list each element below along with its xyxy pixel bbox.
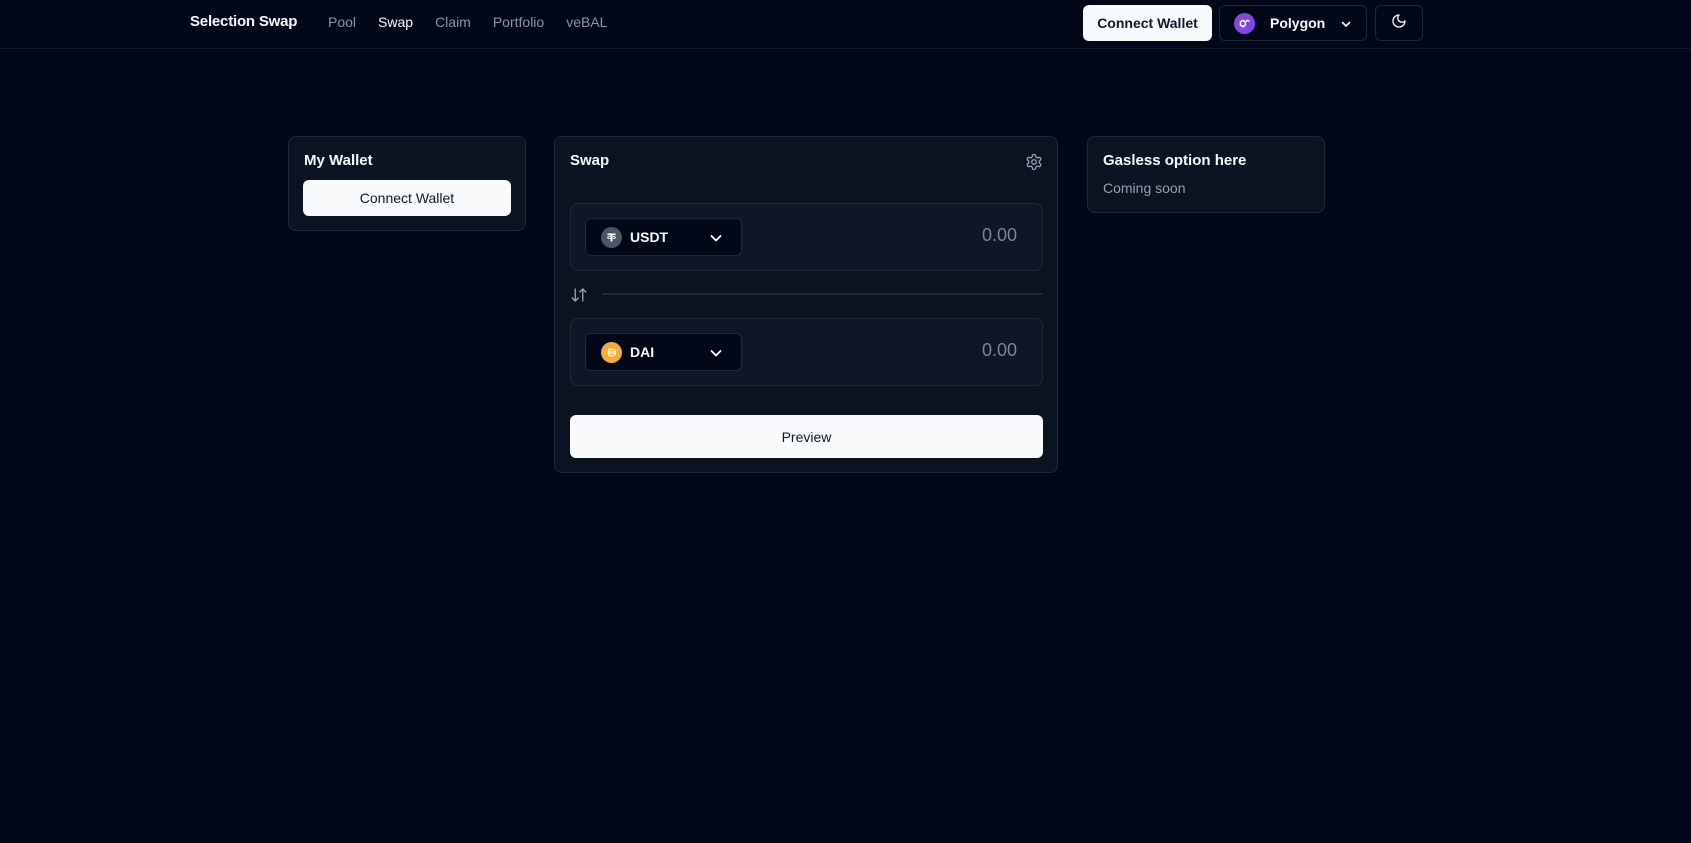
nav-link-swap[interactable]: Swap (378, 14, 413, 30)
from-token-symbol: USDT (630, 229, 669, 245)
to-token-symbol: DAI (630, 344, 655, 360)
main-nav: Pool Swap Claim Portfolio veBAL (328, 14, 629, 30)
preview-button[interactable]: Preview (570, 415, 1043, 458)
nav-link-portfolio[interactable]: Portfolio (493, 14, 544, 30)
from-token-selector[interactable]: USDT (585, 218, 742, 256)
theme-toggle-button[interactable] (1375, 5, 1423, 41)
from-token-box: USDT (570, 203, 1043, 271)
gear-icon[interactable] (1025, 153, 1043, 176)
dai-icon (601, 342, 622, 363)
brand-logo-text[interactable]: Selection Swap (190, 13, 297, 30)
swap-card: Swap USDT 0.00 DAI 0.00 Preview (554, 136, 1058, 473)
top-navbar: Selection Swap Pool Swap Claim Portfolio… (0, 0, 1691, 49)
chevron-down-icon (708, 345, 724, 366)
arrows-up-down-icon[interactable] (570, 286, 588, 309)
gasless-card-title: Gasless option here (1103, 152, 1247, 169)
swap-divider (602, 293, 1043, 295)
chevron-down-icon (708, 230, 724, 251)
usdt-icon (601, 227, 622, 248)
swap-card-title: Swap (570, 152, 610, 169)
moon-icon (1391, 13, 1407, 34)
to-amount-input[interactable] (817, 340, 1017, 361)
nav-link-vebal[interactable]: veBAL (566, 14, 607, 30)
network-selector[interactable]: Polygon (1219, 5, 1367, 41)
nav-link-pool[interactable]: Pool (328, 14, 356, 30)
to-token-selector[interactable]: DAI (585, 333, 742, 371)
chevron-down-icon (1339, 17, 1353, 36)
wallet-card-title: My Wallet (304, 152, 373, 169)
gasless-card: Gasless option here Coming soon (1087, 136, 1325, 213)
from-amount-input[interactable] (817, 225, 1017, 246)
polygon-icon (1234, 13, 1255, 34)
gasless-card-subtitle: Coming soon (1103, 180, 1186, 196)
nav-link-claim[interactable]: Claim (435, 14, 471, 30)
my-wallet-card: My Wallet Connect Wallet (288, 136, 526, 231)
connect-wallet-button[interactable]: Connect Wallet (1083, 5, 1212, 41)
network-label: Polygon (1270, 15, 1326, 31)
to-token-box: DAI (570, 318, 1043, 386)
wallet-connect-button[interactable]: Connect Wallet (303, 180, 511, 216)
